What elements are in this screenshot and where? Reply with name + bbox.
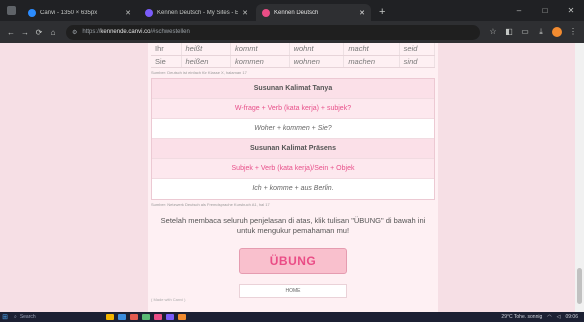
table-cell: wohnen (289, 55, 345, 68)
content-card: Ihr heißt kommt wohnt macht seid Sie hei… (148, 43, 438, 312)
present-formula: Subjek + Verb (kata kerja)/Sein + Objek (152, 158, 434, 179)
app-icon[interactable] (118, 314, 126, 320)
source-caption: Sumber: Deutsch ist einfach für Klasse X… (151, 69, 247, 75)
table-row: Sie heißen kommen wohnen machen sind (151, 55, 436, 68)
menu-icon[interactable]: ⋮ (566, 27, 580, 37)
table-cell: machen (343, 55, 400, 68)
close-icon[interactable]: ✕ (125, 9, 131, 17)
scrollbar[interactable] (575, 43, 584, 312)
tab-favicon-icon (28, 8, 36, 17)
present-example: Ich + komme + aus Berlin. (152, 178, 434, 199)
tab-title: Kennen Deutsch - My Sites - E (157, 9, 239, 16)
tab-kennen-deutsch[interactable]: Kennen Deutsch ✕ (256, 4, 371, 21)
url-prefix: https:// (82, 29, 101, 35)
weather-label[interactable]: 29°C Tohe. sonnig (501, 314, 542, 320)
conjugation-table: Ihr heißt kommt wohnt macht seid Sie hei… (151, 43, 436, 68)
grammar-box: Susunan Kalimat Tanya W-frage + Verb (ka… (151, 77, 435, 200)
url-path: /#schwestellen (150, 29, 190, 35)
source-caption: Sumber: Netzwerk Deutsch als Fremdsprach… (151, 201, 270, 207)
taskbar-search[interactable]: ⌕ Search (14, 313, 66, 321)
instruction-text: Setelah membaca seluruh penjelasan di at… (160, 215, 426, 235)
app-icon[interactable] (154, 314, 162, 320)
extensions-icon[interactable]: ◧ (502, 27, 516, 37)
site-info-icon[interactable]: ⚙ (72, 29, 77, 36)
address-bar[interactable]: ⚙ https://kennende.canvi.co/#schwestelle… (66, 24, 480, 40)
tab-favicon-icon (145, 8, 153, 17)
wifi-icon[interactable]: ◠ (547, 314, 551, 320)
taskbar: ⊞ ⌕ Search 29°C Tohe. sonnig ◠ ◁ 09:06 (0, 312, 584, 322)
table-row: Ihr heißt kommt wohnt macht seid (151, 43, 436, 56)
url-host: kennende.canvi.co (100, 29, 151, 35)
table-cell: macht (343, 43, 400, 56)
table-cell: Ihr (151, 43, 182, 56)
toolbar-actions: ☆ ◧ ▭ ⤓ ⋮ (486, 27, 580, 37)
search-label: Search (19, 314, 36, 320)
maximize-button[interactable]: □ (532, 6, 558, 15)
table-cell: kommt (230, 43, 290, 56)
start-icon[interactable]: ⊞ (0, 313, 10, 321)
question-structure-heading: Susunan Kalimat Tanya (152, 78, 434, 99)
profile-avatar[interactable] (552, 27, 562, 37)
browser-toolbar: ← → ⟳ ⌂ ⚙ https://kennende.canvi.co/#sch… (0, 21, 584, 43)
table-cell: heißt (181, 43, 232, 56)
question-example: Woher + kommen + Sie? (152, 118, 434, 139)
browser-window: Canvi - 1350 × 635px ✕ Kennen Deutsch - … (0, 0, 584, 322)
scrollbar-thumb[interactable] (577, 268, 582, 304)
download-icon[interactable]: ⤓ (534, 27, 548, 37)
tab-title: Canvi - 1350 × 635px (40, 9, 98, 16)
clock[interactable]: 09:06 (565, 314, 578, 320)
close-window-button[interactable]: ✕ (558, 6, 584, 15)
home-button[interactable]: HOME (239, 283, 347, 298)
tab-mysites[interactable]: Kennen Deutsch - My Sites - E ✕ (139, 4, 254, 21)
question-formula: W-frage + Verb (kata kerja) + subjek? (152, 98, 434, 119)
reload-icon[interactable]: ⟳ (32, 28, 46, 37)
system-tray: 29°C Tohe. sonnig ◠ ◁ 09:06 (501, 314, 584, 320)
tab-title: Kennen Deutsch (274, 9, 319, 16)
present-structure-heading: Susunan Kalimat Präsens (152, 138, 434, 159)
app-icon[interactable] (166, 314, 174, 320)
ubung-button[interactable]: ÜBUNG (239, 247, 347, 274)
search-icon: ⌕ (14, 314, 17, 320)
close-icon[interactable]: ✕ (359, 9, 365, 17)
window-controls: – □ ✕ (506, 0, 584, 21)
volume-icon[interactable]: ◁ (557, 314, 561, 320)
made-with-label: ( Made with Canvi ) (151, 297, 186, 302)
table-cell: wohnt (289, 43, 345, 56)
bookmark-star-icon[interactable]: ☆ (486, 27, 500, 37)
home-icon[interactable]: ⌂ (46, 28, 60, 37)
taskbar-apps (106, 314, 186, 320)
page-viewport: Ihr heißt kommt wohnt macht seid Sie hei… (0, 43, 584, 312)
app-icon[interactable] (142, 314, 150, 320)
close-icon[interactable]: ✕ (242, 9, 248, 17)
tab-favicon-icon (262, 8, 270, 17)
app-icon[interactable] (130, 314, 138, 320)
new-tab-button[interactable]: + (373, 4, 391, 21)
table-cell: Sie (151, 55, 182, 68)
table-cell: sind (399, 55, 436, 68)
minimize-button[interactable]: – (506, 6, 532, 15)
table-cell: heißen (181, 55, 232, 68)
tab-actions-icon[interactable] (0, 0, 22, 21)
app-icon[interactable] (106, 314, 114, 320)
tab-strip: Canvi - 1350 × 635px ✕ Kennen Deutsch - … (0, 0, 584, 21)
back-icon[interactable]: ← (4, 28, 18, 37)
table-cell: kommen (230, 55, 290, 68)
reading-list-icon[interactable]: ▭ (518, 27, 532, 37)
tab-canvi[interactable]: Canvi - 1350 × 635px ✕ (22, 4, 137, 21)
table-cell: seid (399, 43, 436, 56)
app-icon[interactable] (178, 314, 186, 320)
forward-icon[interactable]: → (18, 28, 32, 37)
